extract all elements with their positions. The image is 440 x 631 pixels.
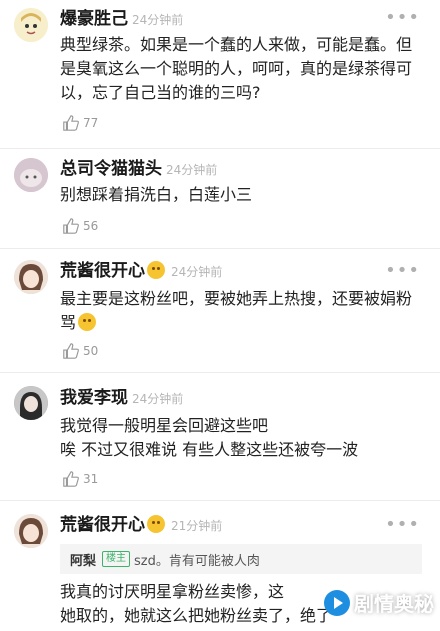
thumbs-up-icon	[63, 343, 79, 359]
username[interactable]: 荒酱很开心	[60, 261, 165, 281]
avatar[interactable]	[14, 260, 48, 294]
thumbs-up-icon	[63, 471, 79, 487]
timestamp: 24分钟前	[132, 392, 184, 406]
play-logo-icon	[324, 589, 350, 616]
thumbs-up-icon	[63, 218, 79, 234]
comment-text: 典型绿茶。如果是一个蠢的人来做，可能是蠢。但是臭氧这么一个聪明的人，呵呵，真的是…	[60, 35, 413, 102]
quoted-text: szd。肯有可能被人肉	[134, 553, 260, 569]
comment-item: 爆豪胜己 24分钟前 ••• 典型绿茶。如果是一个蠢的人来做，可能是蠢。但是臭氧…	[0, 0, 440, 149]
timestamp: 21分钟前	[171, 519, 223, 533]
comment-item: 荒酱很开心 24分钟前 ••• 最主要是这粉丝吧，要被她弄上热搜，还要被娟粉骂 …	[0, 248, 440, 373]
like-button[interactable]: 77	[62, 114, 98, 132]
quoted-reply[interactable]: 阿梨 楼主 szd。肯有可能被人肉	[60, 544, 422, 574]
comment-text: 别想踩着捐洗白，白莲小三	[60, 185, 253, 204]
like-button[interactable]: 50	[62, 342, 98, 360]
grimace-emoji-icon	[147, 515, 165, 533]
like-count: 50	[83, 344, 99, 358]
timestamp: 24分钟前	[171, 265, 223, 279]
comment-text-line-1: 我觉得一般明星会回避这些吧	[60, 416, 269, 435]
username-text: 荒酱很开心	[60, 515, 145, 535]
comment-item: 总司令猫猫头 24分钟前 别想踩着捐洗白，白莲小三 56	[0, 148, 440, 249]
avatar[interactable]	[14, 514, 48, 548]
comment-text-line-2: 唉 不过又很难说 有些人整这些还被夸一波	[60, 440, 359, 459]
like-count: 77	[83, 116, 99, 130]
avatar[interactable]	[14, 158, 48, 192]
username[interactable]: 我爱李现	[60, 388, 128, 408]
more-options-button[interactable]: •••	[385, 261, 420, 281]
comment-text-content: 最主要是这粉丝吧，要被她弄上热搜，还要被娟粉骂	[60, 289, 413, 332]
more-options-button[interactable]: •••	[385, 8, 420, 28]
avatar[interactable]	[14, 386, 48, 420]
cat-avatar-icon	[14, 158, 48, 192]
op-badge: 楼主	[102, 551, 131, 567]
grimace-emoji-icon	[147, 261, 165, 279]
comment-item: 我爱李现 24分钟前 我觉得一般明星会回避这些吧 唉 不过又很难说 有些人整这些…	[0, 372, 440, 501]
like-button[interactable]: 56	[62, 217, 98, 235]
username[interactable]: 荒酱很开心	[60, 515, 165, 535]
comment-text: 最主要是这粉丝吧，要被她弄上热搜，还要被娟粉骂	[60, 287, 422, 335]
grin-emoji-icon	[78, 313, 97, 331]
girl-avatar-icon	[14, 260, 48, 294]
thumbs-up-icon	[63, 115, 79, 131]
timestamp: 24分钟前	[166, 163, 218, 177]
like-count: 31	[83, 472, 99, 486]
watermark: 剧情奥秘	[324, 588, 434, 617]
quoted-username: 阿梨	[70, 553, 97, 569]
like-button[interactable]: 31	[62, 470, 98, 488]
watermark-text: 剧情奥秘	[354, 592, 434, 616]
username-text: 荒酱很开心	[60, 261, 145, 281]
username[interactable]: 总司令猫猫头	[60, 159, 162, 179]
timestamp: 24分钟前	[132, 13, 184, 27]
comment-item: 荒酱很开心 21分钟前 ••• 阿梨 楼主 szd。肯有可能被人肉 我真的讨厌明…	[0, 500, 440, 631]
girl-avatar-icon	[14, 514, 48, 548]
like-count: 56	[83, 219, 99, 233]
avatar[interactable]	[14, 8, 48, 42]
cartoon-avatar-icon	[14, 8, 48, 42]
more-options-button[interactable]: •••	[385, 515, 420, 535]
person-avatar-icon	[14, 386, 48, 420]
username[interactable]: 爆豪胜己	[60, 9, 128, 29]
